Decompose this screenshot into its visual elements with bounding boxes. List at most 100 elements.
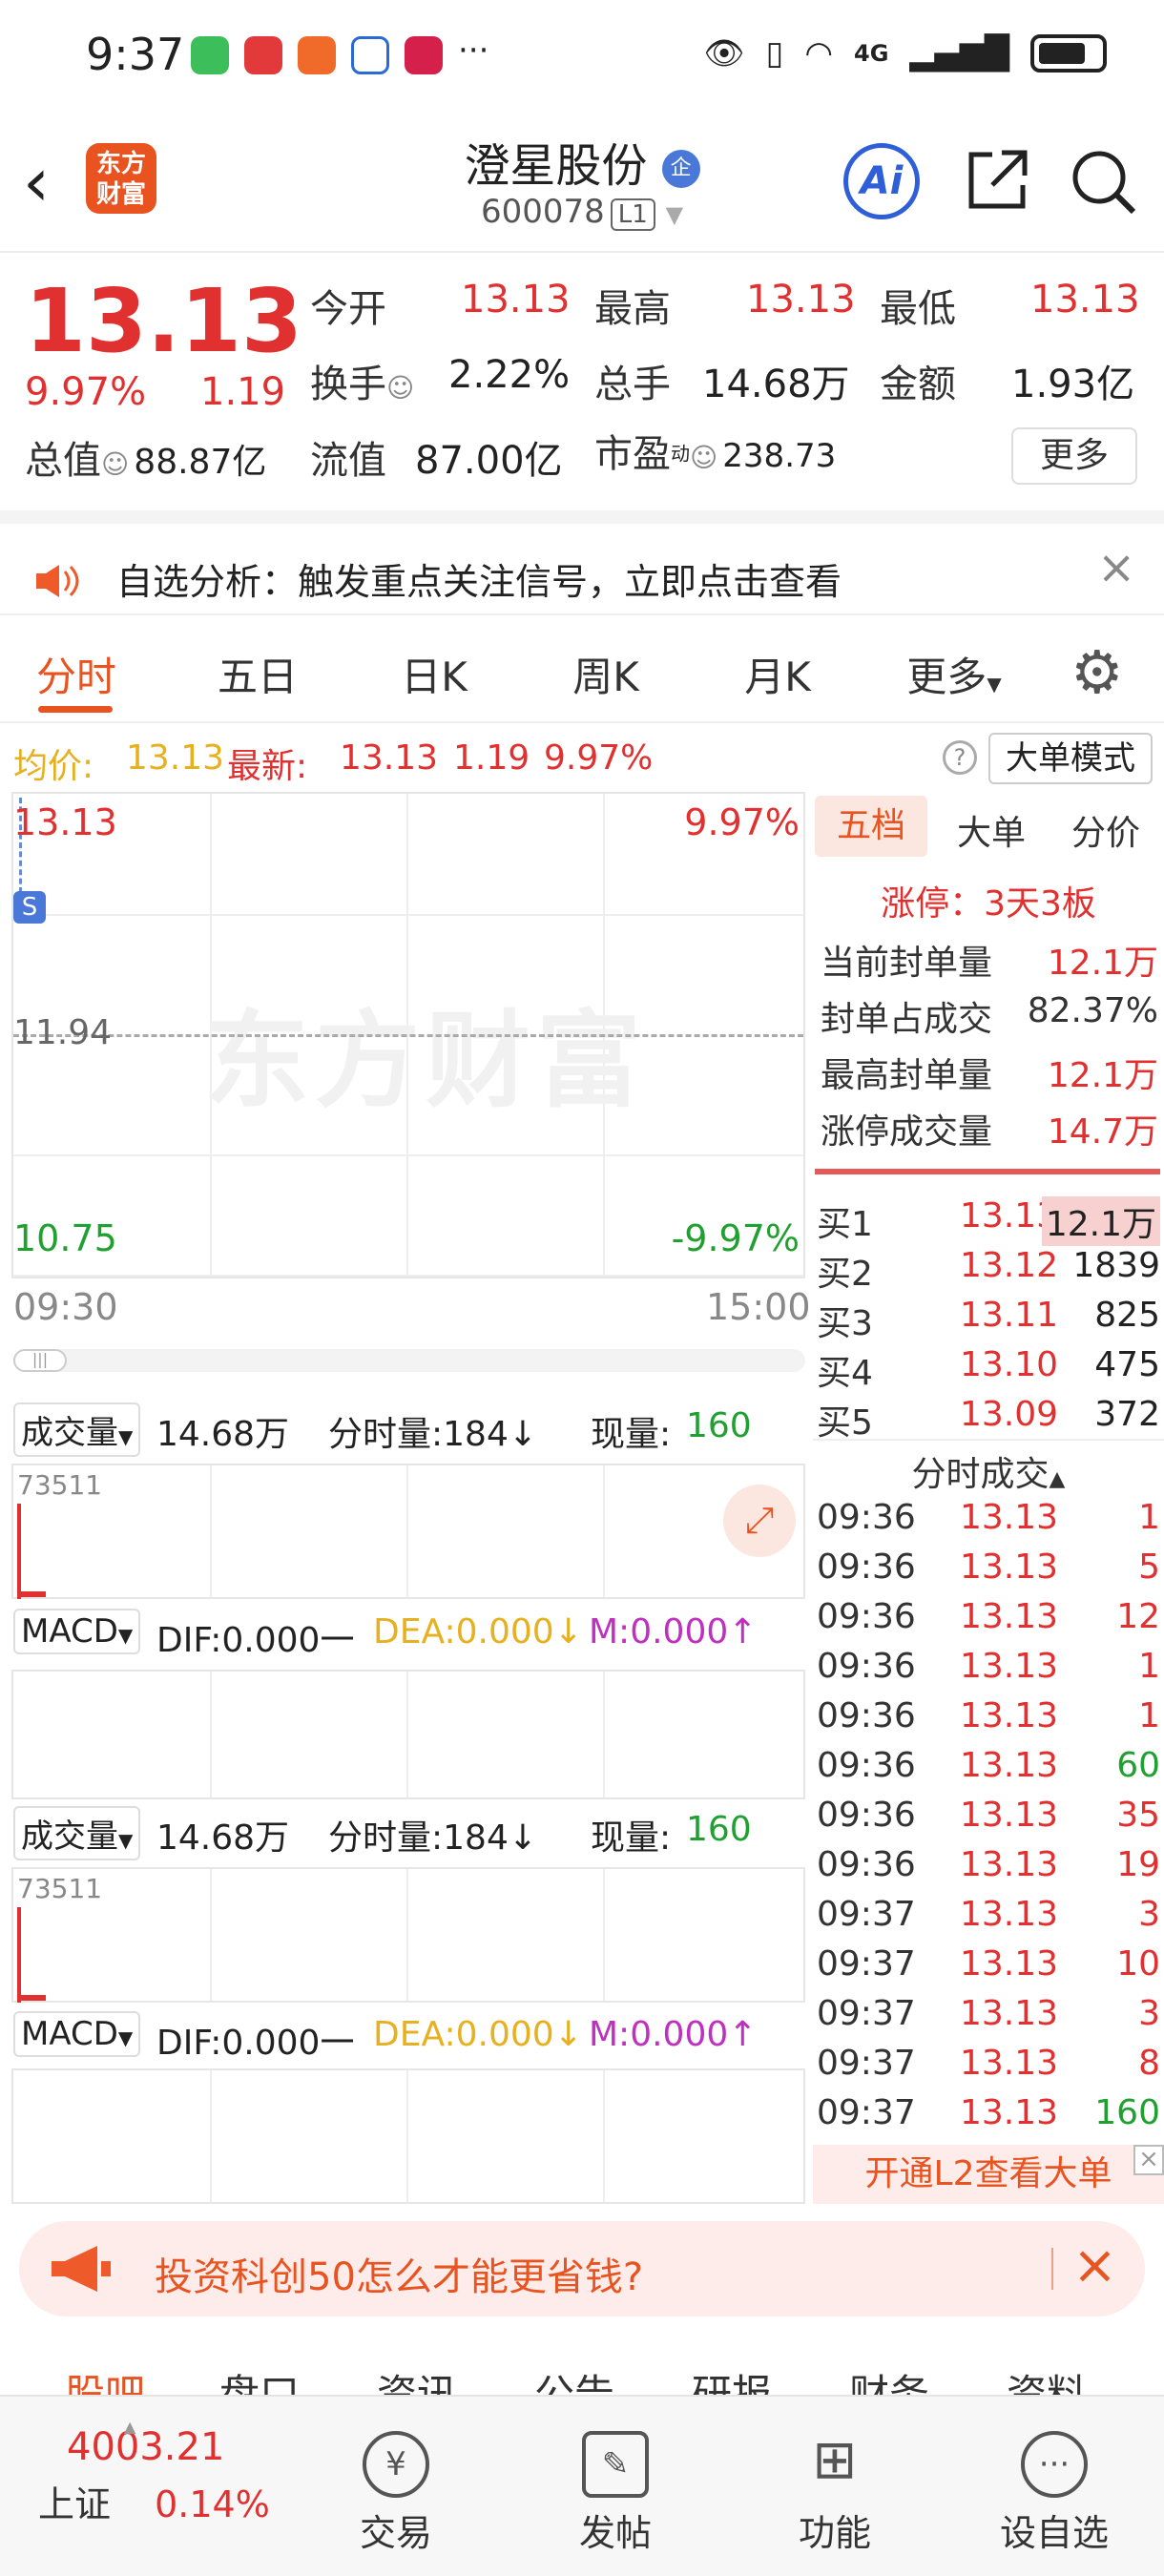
help-icon[interactable]: ?	[943, 740, 977, 775]
yen-icon: ¥	[363, 2431, 429, 2498]
index-value: 4003.21	[67, 2425, 225, 2469]
close-icon[interactable]: ×	[1097, 541, 1135, 594]
share-icon[interactable]	[964, 147, 1030, 214]
chart-tabs: 分时 五日 日K 周K 月K 更多▼ ⚙	[0, 622, 1164, 723]
turnover-value: 2.22%	[448, 353, 571, 397]
big-order-mode-button[interactable]: 大单模式	[988, 733, 1153, 784]
megaphone-icon	[52, 2246, 111, 2292]
last-price-value: 13.13	[340, 738, 439, 778]
avg-price-label: 均价:	[13, 747, 94, 786]
stat-row: 封单占成交 82.37%	[821, 987, 1158, 1044]
tab-five-levels[interactable]: 五档	[815, 796, 927, 857]
volume-chart[interactable]: 73511 ⤢	[11, 1464, 805, 1599]
nav-trade[interactable]: ¥ 交易	[320, 2431, 472, 2556]
settings-icon[interactable]: ⚙	[1070, 637, 1124, 707]
limit-up-streak: 涨停：3天3板	[881, 884, 1096, 924]
bid-price: 13.09	[960, 1395, 1059, 1434]
tab-weekly-k[interactable]: 周K	[530, 645, 682, 703]
stat-row: 涨停成交量 14.7万	[821, 1100, 1158, 1156]
nav-functions[interactable]: ⊞ 功能	[759, 2431, 911, 2556]
tick-row: 09:37 13.13 3	[817, 1990, 1160, 2040]
volume-chart[interactable]: 73511	[11, 1867, 805, 2003]
macd-dropdown[interactable]: MACD▼	[13, 2011, 141, 2057]
amount-label: 金额	[880, 363, 956, 406]
current-price: 13.13	[25, 270, 303, 372]
tick-time: 09:37	[817, 1895, 916, 1934]
search-icon[interactable]	[1069, 147, 1139, 218]
speaker-icon	[36, 565, 79, 597]
signal-s-icon[interactable]: S	[13, 891, 46, 924]
ticks-title-label: 分时成交	[911, 1455, 1050, 1494]
divider	[1051, 2248, 1053, 2290]
close-icon[interactable]: ×	[1133, 2145, 1164, 2175]
macd-chart[interactable]	[11, 2068, 805, 2204]
bid-volume: 1839	[1072, 1246, 1160, 1285]
expand-icon[interactable]: ⤢	[723, 1485, 796, 1557]
volume-bar-base	[17, 1995, 46, 2001]
turnover: 换手☺	[310, 353, 414, 408]
more-circle-icon: ···	[1021, 2431, 1088, 2498]
macd-dropdown[interactable]: MACD▼	[13, 1609, 141, 1654]
tab-more[interactable]: 更多▼	[878, 645, 1030, 703]
low-value: 13.13	[1030, 278, 1140, 322]
info-icon[interactable]: ☺	[690, 442, 717, 473]
nav-functions-label: 功能	[798, 2512, 871, 2554]
ai-button[interactable]: Ai	[843, 143, 920, 219]
close-icon[interactable]: ×	[1072, 2234, 1117, 2296]
tick-price: 13.13	[960, 1548, 1059, 1587]
tick-row: 09:37 13.13 3	[817, 1891, 1160, 1941]
tab-big-orders[interactable]: 大单	[939, 805, 1044, 855]
promo-banner[interactable]: 投资科创50怎么才能更省钱? ×	[19, 2221, 1145, 2316]
bid-row: 买1 13.13 12.1万	[817, 1193, 1160, 1246]
l2-banner[interactable]: 开通L2查看大单	[813, 2145, 1164, 2204]
app-icon	[298, 36, 336, 74]
nav-post[interactable]: ✎ 发帖	[539, 2431, 692, 2556]
tick-price: 13.13	[960, 1845, 1059, 1884]
tick-row: 09:36 13.13 5	[817, 1544, 1160, 1593]
bid-row: 买5 13.09 372	[817, 1391, 1160, 1443]
tab-five-day[interactable]: 五日	[181, 645, 334, 703]
nav-post-label: 发帖	[578, 2512, 652, 2554]
high-label: 最高	[594, 287, 671, 331]
tab-daily-k[interactable]: 日K	[358, 645, 510, 703]
info-icon[interactable]: ☺	[386, 372, 414, 404]
ticks-title[interactable]: 分时成交▲	[813, 1439, 1164, 1496]
chart-scrollbar[interactable]: |||	[13, 1349, 805, 1372]
caret-up-icon: ▲	[1049, 1467, 1066, 1491]
index-widget[interactable]: ▲ 4003.21 上证 0.14%	[38, 2418, 296, 2527]
macd-header: MACD▼ DIF:0.000一 DEA:0.000↓ M:0.000↑	[13, 2011, 805, 2072]
more-button[interactable]: 更多	[1011, 427, 1137, 485]
chart-low-pct: -9.97%	[671, 1217, 800, 1259]
notice-bar[interactable]: 自选分析：触发重点关注信号，立即点击查看 ×	[0, 510, 1164, 615]
bid-label: 买3	[817, 1304, 873, 1343]
enterprise-badge-icon[interactable]: 企	[661, 150, 700, 188]
tab-price-volume[interactable]: 分价	[1053, 805, 1158, 855]
signal-icon: ▂▄▆█	[909, 34, 1009, 73]
change-amount: 1.19	[200, 370, 286, 414]
tick-time: 09:36	[817, 1548, 916, 1587]
tick-time: 09:37	[817, 2044, 916, 2083]
open-value: 13.13	[461, 278, 571, 322]
seal-stats: 当前封单量 12.1万 封单占成交 82.37% 最高封单量 12.1万 涨停成交量 14.7…	[821, 931, 1158, 1156]
nav-add-watchlist[interactable]: ··· 设自选	[978, 2431, 1131, 2556]
volume-value: 14.68万	[702, 363, 850, 406]
app-icon	[405, 36, 443, 74]
low-label: 最低	[880, 287, 956, 331]
info-icon[interactable]: ☺	[101, 448, 129, 480]
current-volume-label: 现量:	[591, 1415, 672, 1454]
edit-icon: ✎	[582, 2431, 649, 2498]
stat-value: 82.37%	[1027, 991, 1158, 1030]
volume-dropdown[interactable]: 成交量▼	[13, 1402, 141, 1457]
intraday-chart[interactable]: 东方财富 S 13.13 9.97% 11.94 10.75 -9.97%	[11, 792, 805, 1278]
volume-dropdown[interactable]: 成交量▼	[13, 1806, 141, 1860]
macd-dif: DIF:0.000一	[156, 1621, 355, 1660]
tab-intraday[interactable]: 分时	[0, 645, 153, 703]
tab-monthly-k[interactable]: 月K	[701, 645, 854, 703]
tick-row: 09:37 13.13 8	[817, 2040, 1160, 2089]
scroll-handle-icon[interactable]: |||	[13, 1349, 67, 1372]
tick-volume: 1	[1138, 1647, 1160, 1686]
tick-row: 09:37 13.13 10	[817, 1941, 1160, 1990]
chevron-down-icon: ▼	[665, 201, 684, 228]
macd-chart[interactable]	[11, 1670, 805, 1799]
tick-time: 09:37	[817, 1994, 916, 2033]
